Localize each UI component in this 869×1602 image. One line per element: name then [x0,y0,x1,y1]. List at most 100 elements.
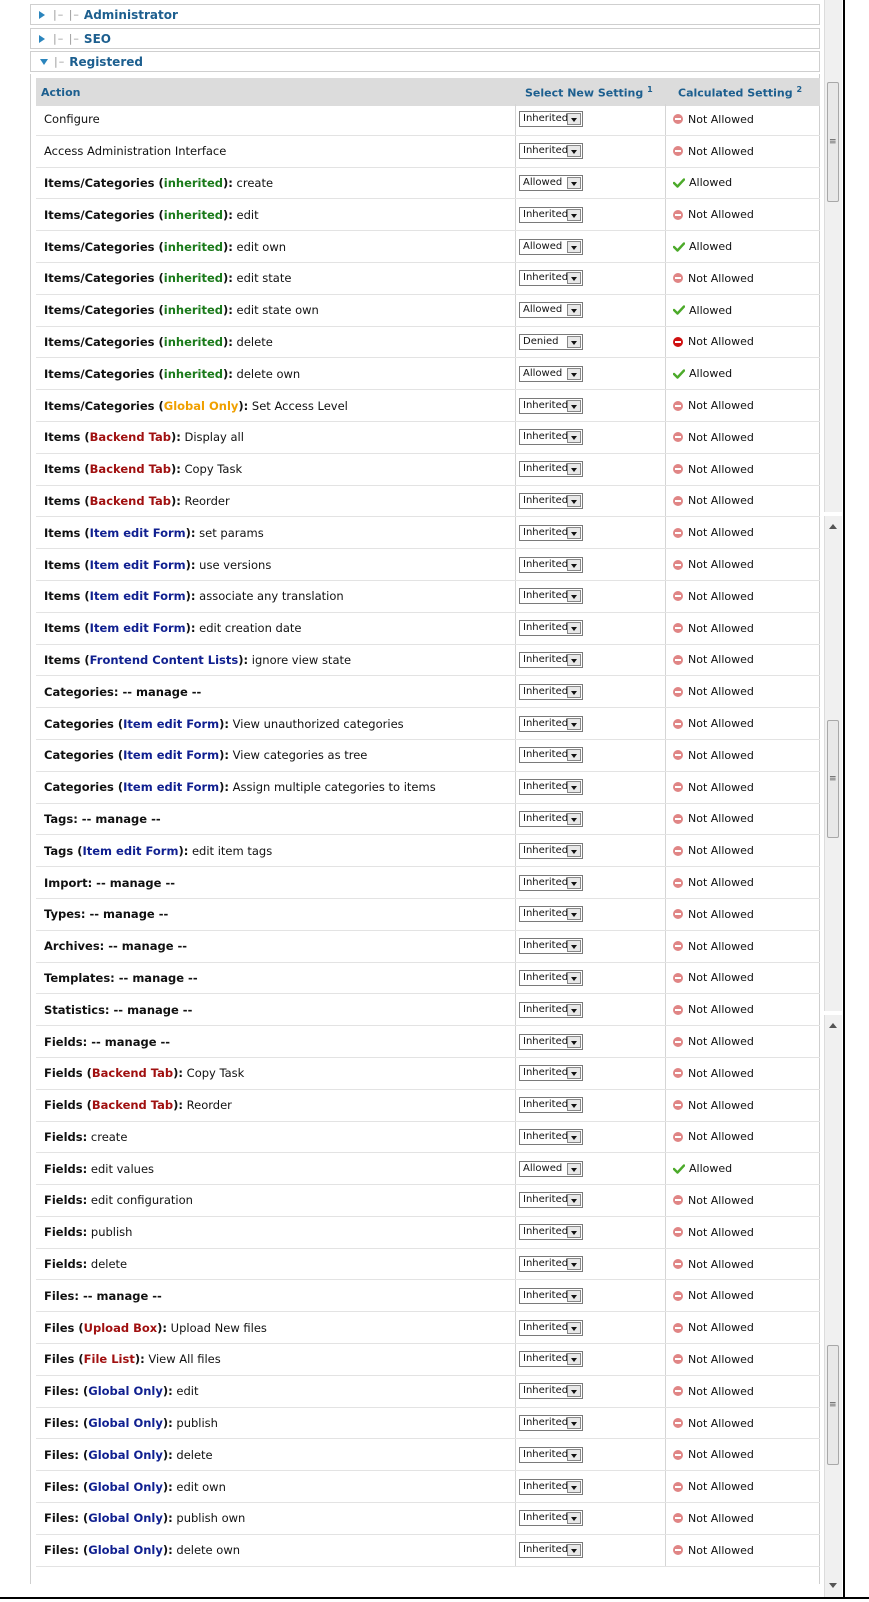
setting-select[interactable]: Allowed [519,1160,583,1177]
setting-select[interactable]: Inherited [519,683,583,700]
setting-select[interactable]: Inherited [519,206,583,223]
setting-select[interactable]: Inherited [519,143,583,160]
dropdown-arrow-icon[interactable] [567,908,581,921]
dropdown-arrow-icon[interactable] [567,526,581,539]
setting-select[interactable]: Inherited [519,397,583,414]
dropdown-arrow-icon[interactable] [567,367,581,380]
dropdown-arrow-icon[interactable] [567,1194,581,1207]
dropdown-arrow-icon[interactable] [567,1099,581,1112]
setting-select[interactable]: Allowed [519,302,583,319]
setting-select[interactable]: Inherited [519,1351,583,1368]
setting-select[interactable]: Inherited [519,874,583,891]
dropdown-arrow-icon[interactable] [567,1226,581,1239]
dropdown-arrow-icon[interactable] [567,176,581,189]
setting-select[interactable]: Inherited [519,906,583,923]
expanded-arrow-icon[interactable] [40,58,48,65]
setting-select[interactable]: Inherited [519,1383,583,1400]
dropdown-arrow-icon[interactable] [567,304,581,317]
dropdown-arrow-icon[interactable] [567,1417,581,1430]
setting-select[interactable]: Inherited [519,1065,583,1082]
setting-select[interactable]: Inherited [519,1542,583,1559]
dropdown-arrow-icon[interactable] [567,494,581,507]
setting-select[interactable]: Inherited [519,1256,583,1273]
dropdown-arrow-icon[interactable] [567,1512,581,1525]
setting-select[interactable]: Inherited [519,779,583,796]
dropdown-arrow-icon[interactable] [567,1321,581,1334]
setting-select[interactable]: Inherited [519,1446,583,1463]
dropdown-arrow-icon[interactable] [567,335,581,348]
dropdown-arrow-icon[interactable] [567,781,581,794]
setting-select[interactable]: Inherited [519,1033,583,1050]
scroll-up-icon[interactable] [829,1023,837,1028]
setting-select[interactable]: Inherited [519,1478,583,1495]
scroll-down-icon[interactable] [829,1583,837,1588]
setting-select[interactable]: Inherited [519,747,583,764]
scrollbar-thumb[interactable] [827,82,839,202]
setting-select[interactable]: Inherited [519,1224,583,1241]
dropdown-arrow-icon[interactable] [567,622,581,635]
group-administrator[interactable]: |– |– Administrator [30,4,820,25]
dropdown-arrow-icon[interactable] [567,1448,581,1461]
setting-select[interactable]: Inherited [519,620,583,637]
setting-select[interactable]: Inherited [519,1001,583,1018]
setting-select[interactable]: Inherited [519,588,583,605]
collapsed-arrow-icon[interactable] [39,34,45,43]
dropdown-arrow-icon[interactable] [567,1544,581,1557]
setting-select[interactable]: Inherited [519,461,583,478]
dropdown-arrow-icon[interactable] [567,1289,581,1302]
setting-select[interactable]: Inherited [519,111,583,128]
setting-select[interactable]: Inherited [519,556,583,573]
setting-select[interactable]: Inherited [519,1192,583,1209]
group-seo[interactable]: |– |– SEO [30,28,820,49]
scrollbar-thumb[interactable] [827,720,839,838]
group-name[interactable]: Administrator [84,8,178,22]
dropdown-arrow-icon[interactable] [567,1353,581,1366]
setting-select[interactable]: Inherited [519,842,583,859]
setting-select[interactable]: Inherited [519,1319,583,1336]
dropdown-arrow-icon[interactable] [567,208,581,221]
scrollbar-3[interactable] [824,1015,842,1598]
dropdown-arrow-icon[interactable] [567,1480,581,1493]
group-registered[interactable]: |– Registered [30,51,820,72]
collapsed-arrow-icon[interactable] [39,10,45,19]
dropdown-arrow-icon[interactable] [567,431,581,444]
dropdown-arrow-icon[interactable] [567,812,581,825]
setting-select[interactable]: Inherited [519,651,583,668]
dropdown-arrow-icon[interactable] [567,653,581,666]
dropdown-arrow-icon[interactable] [567,940,581,953]
dropdown-arrow-icon[interactable] [567,1130,581,1143]
setting-select[interactable]: Allowed [519,238,583,255]
setting-select[interactable]: Inherited [519,429,583,446]
dropdown-arrow-icon[interactable] [567,1258,581,1271]
dropdown-arrow-icon[interactable] [567,272,581,285]
setting-select[interactable]: Inherited [519,715,583,732]
setting-select[interactable]: Inherited [519,1287,583,1304]
dropdown-arrow-icon[interactable] [567,558,581,571]
dropdown-arrow-icon[interactable] [567,717,581,730]
dropdown-arrow-icon[interactable] [567,749,581,762]
dropdown-arrow-icon[interactable] [567,1162,581,1175]
setting-select[interactable]: Denied [519,333,583,350]
dropdown-arrow-icon[interactable] [567,1003,581,1016]
setting-select[interactable]: Inherited [519,270,583,287]
dropdown-arrow-icon[interactable] [567,590,581,603]
group-name[interactable]: Registered [69,55,143,69]
dropdown-arrow-icon[interactable] [567,685,581,698]
dropdown-arrow-icon[interactable] [567,876,581,889]
setting-select[interactable]: Inherited [519,524,583,541]
group-name[interactable]: SEO [84,32,111,46]
scrollbar-2[interactable] [824,516,842,1011]
setting-select[interactable]: Inherited [519,1415,583,1432]
setting-select[interactable]: Allowed [519,174,583,191]
scroll-up-icon[interactable] [829,524,837,529]
dropdown-arrow-icon[interactable] [567,1385,581,1398]
setting-select[interactable]: Inherited [519,1510,583,1527]
dropdown-arrow-icon[interactable] [567,971,581,984]
setting-select[interactable]: Inherited [519,492,583,509]
dropdown-arrow-icon[interactable] [567,113,581,126]
setting-select[interactable]: Inherited [519,938,583,955]
scrollbar-1[interactable] [824,0,842,512]
scrollbar-thumb[interactable] [827,1345,839,1465]
dropdown-arrow-icon[interactable] [567,240,581,253]
dropdown-arrow-icon[interactable] [567,1067,581,1080]
